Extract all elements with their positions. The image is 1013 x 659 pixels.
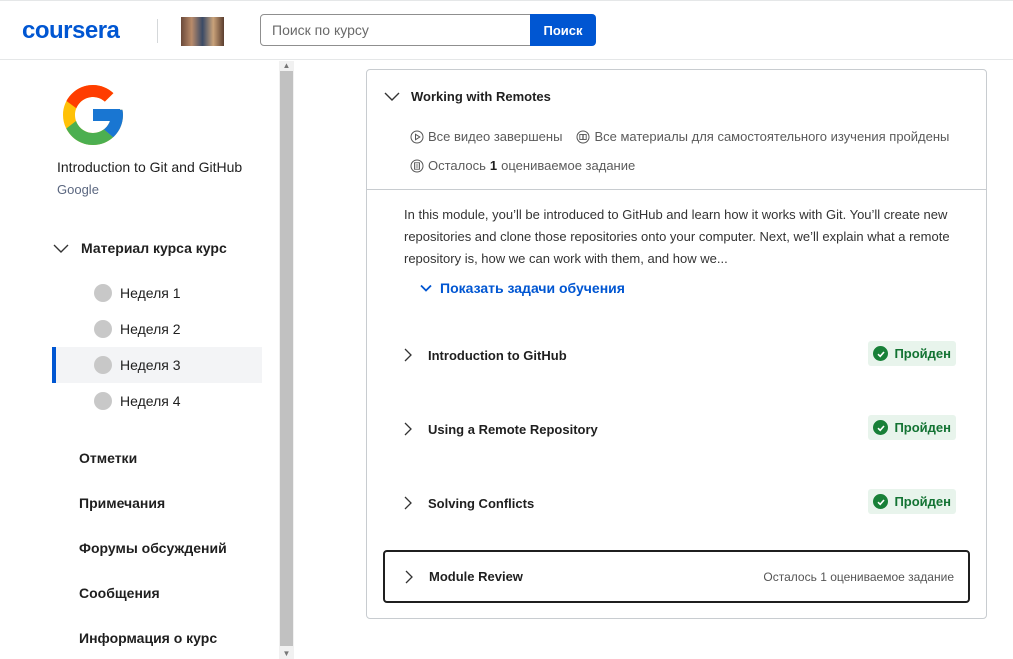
sidebar-item-course-info[interactable]: Информация о курс <box>79 630 217 646</box>
show-tasks-label: Показать задачи обучения <box>440 280 625 296</box>
check-circle-icon <box>873 494 889 509</box>
status-badge: Пройден <box>868 341 956 366</box>
play-circle-icon <box>410 130 424 143</box>
module-toggle[interactable]: Working with Remotes <box>383 87 551 105</box>
videos-done-text: Все видео завершены <box>428 129 563 144</box>
lesson-item-intro-github[interactable]: Introduction to GitHub Пройден <box>401 335 971 375</box>
week-status-icon <box>94 320 112 338</box>
sidebar-item-messages[interactable]: Сообщения <box>79 585 160 601</box>
sidebar-item-forums[interactable]: Форумы обсуждений <box>79 540 227 556</box>
week-label: Неделя 3 <box>120 357 181 373</box>
remaining-prefix: Осталось <box>428 158 486 173</box>
chevron-down-icon <box>420 284 432 292</box>
lesson-title: Module Review <box>429 569 523 584</box>
readings-done-text: Все материалы для самостоятельного изуче… <box>594 129 950 144</box>
week-status-icon <box>94 392 112 410</box>
lesson-title: Solving Conflicts <box>428 495 535 511</box>
module-remaining: Осталось 1 оцениваемое задание <box>410 158 635 173</box>
module-review-item[interactable]: Module Review Осталось 1 оцениваемое зад… <box>383 550 970 603</box>
search-button[interactable]: Поиск <box>530 14 596 46</box>
google-logo-icon <box>63 85 123 145</box>
module-title: Working with Remotes <box>411 88 551 104</box>
module-description: In this module, you’ll be introduced to … <box>404 207 950 266</box>
sidebar-scrollbar[interactable]: ▲ ▼ <box>279 61 294 659</box>
chevron-right-icon <box>405 570 413 583</box>
week-label: Неделя 4 <box>120 393 181 409</box>
sidebar-item-week-3[interactable]: Неделя 3 <box>52 347 262 383</box>
chevron-right-icon <box>404 348 412 362</box>
lesson-item-remote-repo[interactable]: Using a Remote Repository Пройден <box>401 409 971 449</box>
week-label: Неделя 2 <box>120 321 181 337</box>
status-badge: Пройден <box>868 415 956 440</box>
course-material-toggle[interactable]: Материал курса курс <box>52 239 227 257</box>
coursera-logo[interactable]: coursera <box>22 17 120 45</box>
module-card: Working with Remotes Все видео завершены… <box>366 69 987 619</box>
sidebar-item-grades[interactable]: Отметки <box>79 450 137 466</box>
module-stats: Все видео завершены Все материалы для са… <box>410 129 949 144</box>
show-learning-objectives-link[interactable]: Показать задачи обучения <box>419 280 625 296</box>
course-title[interactable]: Introduction to Git and GitHub <box>57 159 242 175</box>
status-label: Пройден <box>894 346 951 361</box>
readings-icon <box>576 130 590 143</box>
top-header: coursera Поиск <box>0 0 1013 60</box>
chevron-down-icon <box>53 244 69 253</box>
status-label: Пройден <box>894 494 951 509</box>
review-remaining-text: Осталось 1 оцениваемое задание <box>763 569 954 584</box>
section-label: Материал курса курс <box>81 240 227 256</box>
status-label: Пройден <box>894 420 951 435</box>
week-status-icon <box>94 356 112 374</box>
scrollbar-thumb[interactable] <box>280 71 293 646</box>
check-circle-icon <box>873 346 889 361</box>
lesson-title: Using a Remote Repository <box>428 421 598 437</box>
course-search-input[interactable] <box>260 14 531 46</box>
scroll-down-arrow-icon[interactable]: ▼ <box>279 649 294 659</box>
header-divider <box>157 19 158 43</box>
check-circle-icon <box>873 420 889 435</box>
sidebar-item-notes[interactable]: Примечания <box>79 495 165 511</box>
partner-image[interactable] <box>181 17 224 46</box>
sidebar-item-week-2[interactable]: Неделя 2 <box>52 311 262 347</box>
lesson-title: Introduction to GitHub <box>428 347 567 363</box>
sidebar-item-week-1[interactable]: Неделя 1 <box>52 275 262 311</box>
sidebar-item-week-4[interactable]: Неделя 4 <box>52 383 262 419</box>
week-label: Неделя 1 <box>120 285 181 301</box>
chevron-right-icon <box>404 496 412 510</box>
chevron-right-icon <box>404 422 412 436</box>
chevron-down-icon <box>384 92 400 101</box>
status-badge: Пройден <box>868 489 956 514</box>
lesson-item-solving-conflicts[interactable]: Solving Conflicts Пройден <box>401 483 971 523</box>
week-status-icon <box>94 284 112 302</box>
course-sidebar: Introduction to Git and GitHub Google Ма… <box>0 61 280 659</box>
module-header: Working with Remotes Все видео завершены… <box>367 70 986 190</box>
assignment-icon <box>410 159 424 172</box>
course-partner: Google <box>57 182 99 197</box>
scroll-up-arrow-icon[interactable]: ▲ <box>279 61 294 71</box>
remaining-suffix: оцениваемое задание <box>501 158 636 173</box>
remaining-count: 1 <box>489 158 498 173</box>
